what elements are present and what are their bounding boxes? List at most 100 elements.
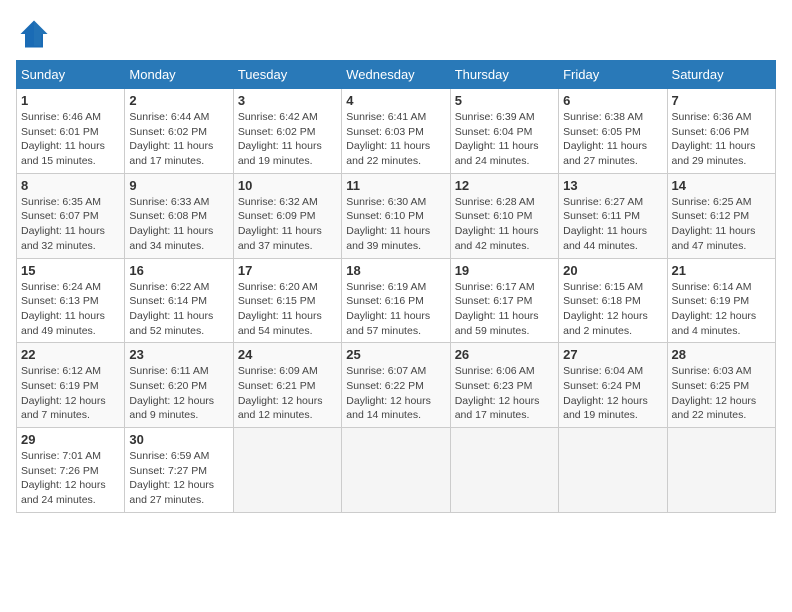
day-info: Sunrise: 6:42 AMSunset: 6:02 PMDaylight:… [238, 110, 337, 169]
calendar-cell: 18 Sunrise: 6:19 AMSunset: 6:16 PMDayligh… [342, 258, 450, 343]
weekday-header-row: SundayMondayTuesdayWednesdayThursdayFrid… [17, 61, 776, 89]
day-info: Sunrise: 6:33 AMSunset: 6:08 PMDaylight:… [129, 195, 228, 254]
calendar-cell: 17Sunrise: 6:20 AMSunset: 6:15 PMDayligh… [233, 258, 341, 343]
day-number: 17 [238, 263, 337, 278]
day-info: Sunrise: 6:41 AMSunset: 6:03 PMDaylight:… [346, 110, 445, 169]
calendar-week-4: 22 Sunrise: 6:12 AMSunset: 6:19 PMDayligh… [17, 343, 776, 428]
logo [16, 16, 56, 52]
day-info: Sunrise: 6:12 AMSunset: 6:19 PMDaylight:… [21, 364, 120, 423]
day-number: 6 [563, 93, 662, 108]
day-info: Sunrise: 7:01 AMSunset: 7:26 PMDaylight:… [21, 449, 120, 508]
day-number: 25 [346, 347, 445, 362]
calendar-week-3: 15 Sunrise: 6:24 AMSunset: 6:13 PMDayligh… [17, 258, 776, 343]
day-info: Sunrise: 6:44 AMSunset: 6:02 PMDaylight:… [129, 110, 228, 169]
day-info: Sunrise: 6:15 AMSunset: 6:18 PMDaylight:… [563, 280, 662, 339]
calendar-cell: 5 Sunrise: 6:39 AMSunset: 6:04 PMDaylight… [450, 89, 558, 174]
day-number: 11 [346, 178, 445, 193]
day-number: 20 [563, 263, 662, 278]
calendar-body: 1Sunrise: 6:46 AMSunset: 6:01 PMDaylight… [17, 89, 776, 513]
calendar-cell: 8 Sunrise: 6:35 AMSunset: 6:07 PMDaylight… [17, 173, 125, 258]
weekday-header-thursday: Thursday [450, 61, 558, 89]
weekday-header-saturday: Saturday [667, 61, 775, 89]
day-info: Sunrise: 6:03 AMSunset: 6:25 PMDaylight:… [672, 364, 771, 423]
day-number: 19 [455, 263, 554, 278]
day-info: Sunrise: 6:39 AMSunset: 6:04 PMDaylight:… [455, 110, 554, 169]
calendar-cell: 14Sunrise: 6:25 AMSunset: 6:12 PMDayligh… [667, 173, 775, 258]
calendar-cell: 7 Sunrise: 6:36 AMSunset: 6:06 PMDaylight… [667, 89, 775, 174]
calendar-cell: 15 Sunrise: 6:24 AMSunset: 6:13 PMDayligh… [17, 258, 125, 343]
calendar-cell [667, 428, 775, 513]
calendar-cell: 24Sunrise: 6:09 AMSunset: 6:21 PMDayligh… [233, 343, 341, 428]
day-number: 2 [129, 93, 228, 108]
day-info: Sunrise: 6:28 AMSunset: 6:10 PMDaylight:… [455, 195, 554, 254]
day-number: 14 [672, 178, 771, 193]
day-info: Sunrise: 6:11 AMSunset: 6:20 PMDaylight:… [129, 364, 228, 423]
day-info: Sunrise: 6:35 AMSunset: 6:07 PMDaylight:… [21, 195, 120, 254]
day-info: Sunrise: 6:32 AMSunset: 6:09 PMDaylight:… [238, 195, 337, 254]
page-header [16, 16, 776, 52]
day-info: Sunrise: 6:30 AMSunset: 6:10 PMDaylight:… [346, 195, 445, 254]
day-number: 18 [346, 263, 445, 278]
calendar-cell: 4 Sunrise: 6:41 AMSunset: 6:03 PMDaylight… [342, 89, 450, 174]
day-number: 27 [563, 347, 662, 362]
day-number: 29 [21, 432, 120, 447]
calendar-cell: 2 Sunrise: 6:44 AMSunset: 6:02 PMDaylight… [125, 89, 233, 174]
day-number: 9 [129, 178, 228, 193]
day-number: 26 [455, 347, 554, 362]
calendar-cell: 3Sunrise: 6:42 AMSunset: 6:02 PMDaylight… [233, 89, 341, 174]
day-info: Sunrise: 6:06 AMSunset: 6:23 PMDaylight:… [455, 364, 554, 423]
day-info: Sunrise: 6:04 AMSunset: 6:24 PMDaylight:… [563, 364, 662, 423]
day-number: 7 [672, 93, 771, 108]
calendar-cell: 13 Sunrise: 6:27 AMSunset: 6:11 PMDayligh… [559, 173, 667, 258]
calendar-cell: 6 Sunrise: 6:38 AMSunset: 6:05 PMDaylight… [559, 89, 667, 174]
day-info: Sunrise: 6:24 AMSunset: 6:13 PMDaylight:… [21, 280, 120, 339]
calendar-cell: 26 Sunrise: 6:06 AMSunset: 6:23 PMDayligh… [450, 343, 558, 428]
day-number: 16 [129, 263, 228, 278]
day-info: Sunrise: 6:27 AMSunset: 6:11 PMDaylight:… [563, 195, 662, 254]
day-number: 13 [563, 178, 662, 193]
calendar-cell: 28Sunrise: 6:03 AMSunset: 6:25 PMDayligh… [667, 343, 775, 428]
weekday-header-monday: Monday [125, 61, 233, 89]
day-number: 8 [21, 178, 120, 193]
calendar-cell: 21Sunrise: 6:14 AMSunset: 6:19 PMDayligh… [667, 258, 775, 343]
day-number: 5 [455, 93, 554, 108]
day-info: Sunrise: 6:36 AMSunset: 6:06 PMDaylight:… [672, 110, 771, 169]
calendar-cell: 20 Sunrise: 6:15 AMSunset: 6:18 PMDayligh… [559, 258, 667, 343]
calendar-cell [233, 428, 341, 513]
calendar-cell: 22 Sunrise: 6:12 AMSunset: 6:19 PMDayligh… [17, 343, 125, 428]
day-info: Sunrise: 6:19 AMSunset: 6:16 PMDaylight:… [346, 280, 445, 339]
day-number: 24 [238, 347, 337, 362]
calendar-cell: 30Sunrise: 6:59 AMSunset: 7:27 PMDayligh… [125, 428, 233, 513]
calendar-cell: 16 Sunrise: 6:22 AMSunset: 6:14 PMDayligh… [125, 258, 233, 343]
day-info: Sunrise: 6:07 AMSunset: 6:22 PMDaylight:… [346, 364, 445, 423]
logo-icon [16, 16, 52, 52]
calendar-table: SundayMondayTuesdayWednesdayThursdayFrid… [16, 60, 776, 513]
day-info: Sunrise: 6:17 AMSunset: 6:17 PMDaylight:… [455, 280, 554, 339]
day-number: 30 [129, 432, 228, 447]
day-number: 22 [21, 347, 120, 362]
day-number: 12 [455, 178, 554, 193]
calendar-cell: 1Sunrise: 6:46 AMSunset: 6:01 PMDaylight… [17, 89, 125, 174]
day-info: Sunrise: 6:22 AMSunset: 6:14 PMDaylight:… [129, 280, 228, 339]
calendar-week-2: 8 Sunrise: 6:35 AMSunset: 6:07 PMDaylight… [17, 173, 776, 258]
calendar-cell: 29 Sunrise: 7:01 AMSunset: 7:26 PMDayligh… [17, 428, 125, 513]
calendar-cell: 10 Sunrise: 6:32 AMSunset: 6:09 PMDayligh… [233, 173, 341, 258]
calendar-cell: 9 Sunrise: 6:33 AMSunset: 6:08 PMDaylight… [125, 173, 233, 258]
day-number: 15 [21, 263, 120, 278]
calendar-cell: 11 Sunrise: 6:30 AMSunset: 6:10 PMDayligh… [342, 173, 450, 258]
day-number: 21 [672, 263, 771, 278]
calendar-cell [450, 428, 558, 513]
day-number: 23 [129, 347, 228, 362]
calendar-cell [342, 428, 450, 513]
calendar-cell: 25 Sunrise: 6:07 AMSunset: 6:22 PMDayligh… [342, 343, 450, 428]
calendar-week-5: 29 Sunrise: 7:01 AMSunset: 7:26 PMDayligh… [17, 428, 776, 513]
calendar-cell: 19 Sunrise: 6:17 AMSunset: 6:17 PMDayligh… [450, 258, 558, 343]
calendar-cell [559, 428, 667, 513]
calendar-week-1: 1Sunrise: 6:46 AMSunset: 6:01 PMDaylight… [17, 89, 776, 174]
calendar-cell: 27 Sunrise: 6:04 AMSunset: 6:24 PMDayligh… [559, 343, 667, 428]
day-info: Sunrise: 6:38 AMSunset: 6:05 PMDaylight:… [563, 110, 662, 169]
day-number: 4 [346, 93, 445, 108]
day-info: Sunrise: 6:46 AMSunset: 6:01 PMDaylight:… [21, 110, 120, 169]
day-number: 10 [238, 178, 337, 193]
calendar-cell: 12 Sunrise: 6:28 AMSunset: 6:10 PMDayligh… [450, 173, 558, 258]
